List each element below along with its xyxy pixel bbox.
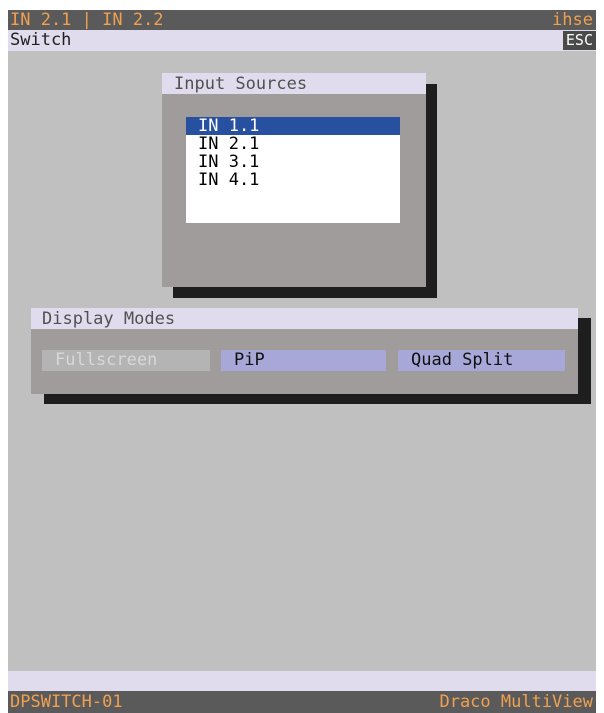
esc-button[interactable]: ESC (562, 31, 596, 50)
menu-bar: Switch ESC (8, 30, 596, 51)
brand-label: ihse (552, 10, 593, 30)
input-sources-window: Input Sources IN 1.1 IN 2.1 IN 3.1 IN 4.… (162, 73, 426, 287)
quad-split-button[interactable]: Quad Split (398, 350, 565, 371)
list-item-in-3-1[interactable]: IN 3.1 (186, 153, 400, 171)
display-modes-title: Display Modes (31, 308, 578, 329)
list-item-in-4-1[interactable]: IN 4.1 (186, 171, 400, 189)
fullscreen-button[interactable]: Fullscreen (42, 350, 210, 371)
list-item-in-2-1[interactable]: IN 2.1 (186, 135, 400, 153)
status-bar-spacer (8, 671, 596, 691)
input-sources-title: Input Sources (162, 73, 426, 94)
status-bar: DPSWITCH-01 Draco MultiView (8, 691, 596, 713)
device-name-label: DPSWITCH-01 (10, 692, 123, 712)
menu-title: Switch (10, 30, 72, 50)
osd-screen: IN 2.1 | IN 2.2 ihse Switch ESC Input So… (8, 10, 596, 713)
title-bar: IN 2.1 | IN 2.2 ihse (8, 10, 596, 30)
list-item-in-1-1[interactable]: IN 1.1 (186, 117, 400, 135)
display-modes-window: Display Modes Fullscreen PiP Quad Split (31, 308, 578, 394)
pip-button[interactable]: PiP (221, 350, 386, 371)
product-name-label: Draco MultiView (439, 692, 593, 712)
input-sources-list[interactable]: IN 1.1 IN 2.1 IN 3.1 IN 4.1 (186, 117, 400, 223)
active-channels-label: IN 2.1 | IN 2.2 (10, 10, 164, 30)
